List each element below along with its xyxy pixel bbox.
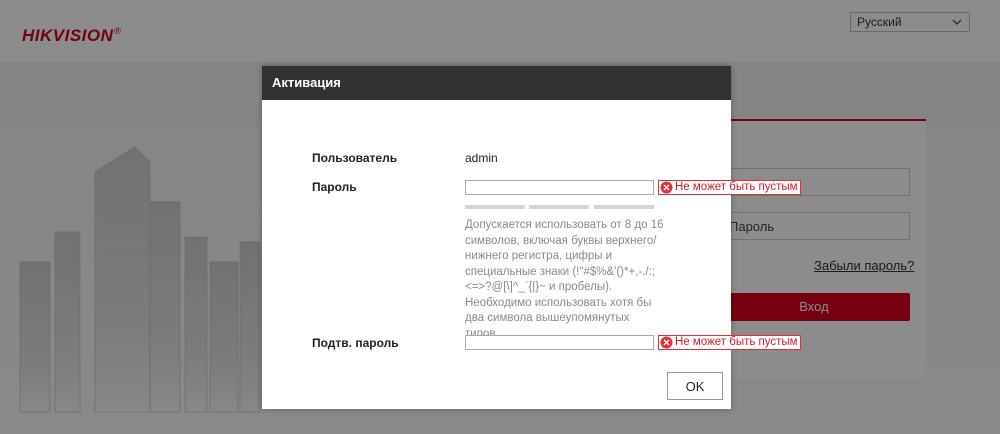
password-error-tooltip: Не может быть пустым bbox=[658, 180, 801, 195]
password-strength-meter bbox=[465, 205, 654, 209]
dialog-title: Активация bbox=[262, 66, 731, 100]
password-input[interactable] bbox=[465, 180, 654, 195]
password-error-text: Не может быть пустым bbox=[675, 181, 798, 193]
strength-segment bbox=[594, 205, 654, 209]
password-hint: Допускается использовать от 8 до 16 симв… bbox=[465, 219, 664, 340]
user-label: Пользователь bbox=[312, 151, 398, 165]
confirm-password-label: Подтв. пароль bbox=[312, 336, 399, 350]
error-circle-x-icon bbox=[660, 181, 673, 194]
confirm-error-tooltip: Не может быть пустым bbox=[658, 335, 801, 350]
confirm-password-input[interactable] bbox=[465, 335, 654, 350]
strength-segment bbox=[465, 205, 525, 209]
user-value: admin bbox=[465, 151, 498, 165]
error-circle-x-icon bbox=[660, 336, 673, 349]
strength-segment bbox=[529, 205, 589, 209]
activation-dialog: Активация Пользователь admin Пароль Не м… bbox=[262, 66, 801, 409]
confirm-error-text: Не может быть пустым bbox=[675, 336, 798, 348]
ok-button[interactable]: OK bbox=[667, 372, 723, 400]
password-label: Пароль bbox=[312, 180, 357, 194]
